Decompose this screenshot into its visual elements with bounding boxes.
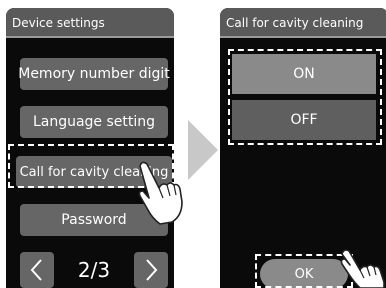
option-on-button[interactable]: ON	[232, 54, 376, 94]
menu-item-language-setting[interactable]: Language setting	[20, 106, 168, 138]
device-settings-screen: Device settings Memory number digit Lang…	[6, 8, 174, 288]
screen-title: Device settings	[6, 8, 174, 38]
pointing-hand-icon	[340, 249, 385, 288]
next-page-button[interactable]	[134, 252, 168, 288]
pointing-hand-icon	[138, 161, 183, 225]
previous-page-button[interactable]	[20, 252, 54, 288]
ok-button[interactable]: OK	[260, 259, 348, 288]
screen-title: Call for cavity cleaning	[220, 8, 386, 38]
option-off-button[interactable]: OFF	[232, 100, 376, 140]
chevron-left-icon	[30, 259, 42, 281]
page-indicator: 2/3	[77, 258, 111, 282]
chevron-right-icon	[146, 259, 158, 281]
arrow-right-icon	[188, 120, 218, 180]
menu-item-memory-number-digit[interactable]: Memory number digit	[18, 58, 170, 90]
